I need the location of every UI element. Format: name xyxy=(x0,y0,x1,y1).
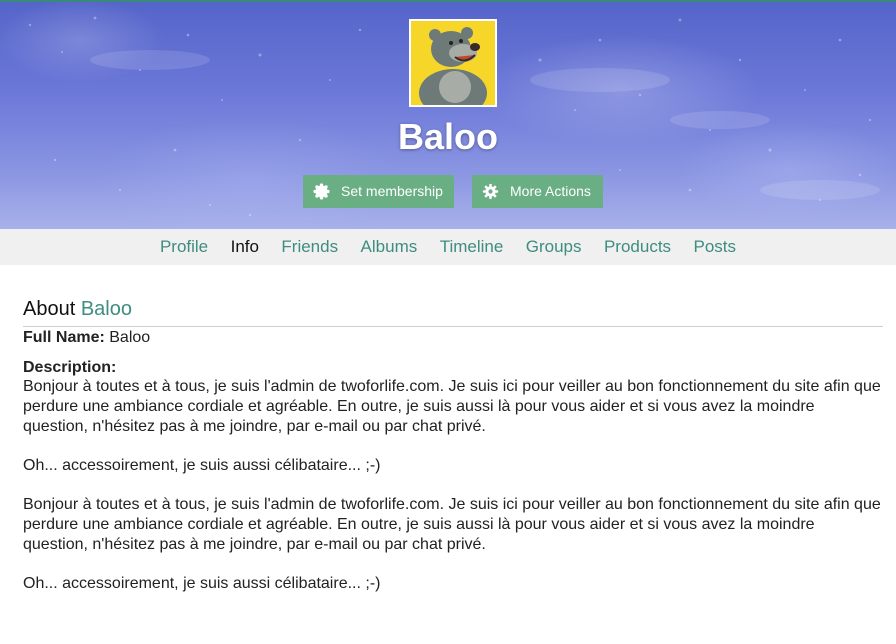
tab-profile[interactable]: Profile xyxy=(160,229,208,265)
more-actions-button[interactable]: More Actions xyxy=(472,175,603,208)
cover-banner: Baloo Set membership More Actions xyxy=(0,0,896,229)
about-heading-prefix: About xyxy=(23,298,76,320)
profile-name: Baloo xyxy=(397,116,498,157)
full-name-label: Full Name: xyxy=(23,329,105,346)
full-name-value: Baloo xyxy=(109,329,151,346)
set-membership-label: Set membership xyxy=(341,183,443,199)
info-section: About Baloo Full Name: Baloo Description… xyxy=(23,296,883,594)
description-paragraph: Oh... accessoirement, je suis aussi céli… xyxy=(23,575,381,592)
avatar[interactable] xyxy=(409,19,497,107)
tab-albums[interactable]: Albums xyxy=(361,229,418,265)
tab-groups[interactable]: Groups xyxy=(526,229,582,265)
description-paragraph: Bonjour à toutes et à tous, je suis l'ad… xyxy=(23,496,881,553)
gear-icon xyxy=(482,183,499,200)
tab-products[interactable]: Products xyxy=(604,229,671,265)
about-heading: About Baloo xyxy=(23,296,883,327)
set-membership-button[interactable]: Set membership xyxy=(303,175,454,208)
description-paragraph: Oh... accessoirement, je suis aussi céli… xyxy=(23,457,381,474)
description-paragraph: Bonjour à toutes et à tous, je suis l'ad… xyxy=(23,378,881,435)
profile-tabs: Profile Info Friends Albums Timeline Gro… xyxy=(0,229,896,265)
badge-icon xyxy=(313,183,330,200)
tab-posts[interactable]: Posts xyxy=(694,229,737,265)
bear-avatar-image xyxy=(411,21,495,105)
description-label: Description: xyxy=(23,359,117,376)
more-actions-label: More Actions xyxy=(510,183,591,199)
tab-friends[interactable]: Friends xyxy=(281,229,338,265)
full-name-field: Full Name: Baloo xyxy=(23,328,883,348)
tab-timeline[interactable]: Timeline xyxy=(440,229,504,265)
about-heading-name-link[interactable]: Baloo xyxy=(81,298,132,320)
tab-info[interactable]: Info xyxy=(231,229,259,265)
